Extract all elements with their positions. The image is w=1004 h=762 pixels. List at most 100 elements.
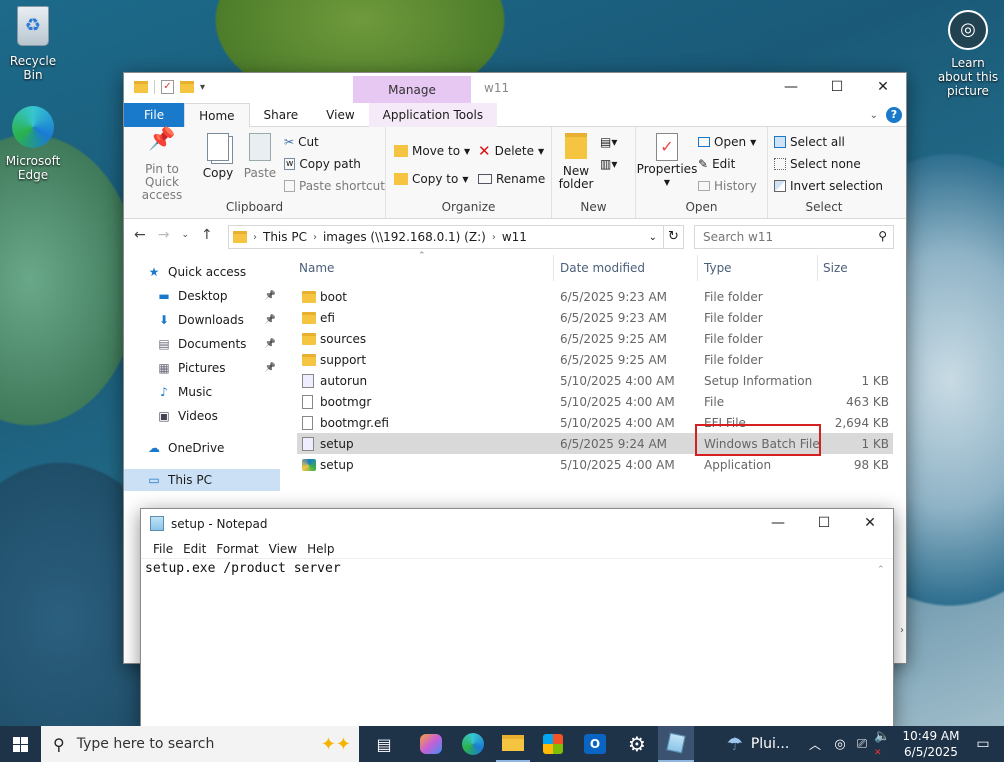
outlook-taskbar-button[interactable]: O: [578, 726, 612, 762]
weather-widget[interactable]: ☂ Plui...: [718, 726, 798, 762]
file-explorer-taskbar-button[interactable]: [496, 726, 530, 762]
rename-button[interactable]: Rename: [478, 165, 545, 193]
file-type: File folder: [704, 289, 763, 304]
settings-taskbar-button[interactable]: ⚙: [620, 726, 654, 762]
tab-file[interactable]: File: [124, 103, 185, 127]
back-arrow-icon[interactable]: ←: [134, 227, 146, 243]
tab-share[interactable]: Share: [250, 103, 313, 127]
sidebar-item-music[interactable]: ♪ Music: [124, 381, 280, 403]
paste-shortcut-button[interactable]: Paste shortcut: [284, 175, 385, 197]
breadcrumb-w11[interactable]: w11: [502, 230, 527, 244]
file-row[interactable]: setup 5/10/2025 4:00 AM Application 98 KB: [297, 454, 893, 475]
edit-button[interactable]: ✎ Edit: [698, 153, 757, 175]
close-button[interactable]: ✕: [860, 73, 906, 101]
forward-arrow-icon[interactable]: →: [158, 227, 170, 243]
task-view-button[interactable]: ▤: [368, 726, 400, 762]
file-row[interactable]: autorun 5/10/2025 4:00 AM Setup Informatio…: [297, 370, 893, 391]
notepad-menu-file[interactable]: File: [148, 539, 178, 559]
recent-locations-icon[interactable]: ⌄: [181, 230, 189, 240]
copy-to-button[interactable]: Copy to ▼: [394, 165, 470, 193]
new-folder-button[interactable]: New folder: [558, 133, 594, 191]
history-button[interactable]: History: [698, 175, 757, 197]
copy-button[interactable]: Copy: [200, 133, 236, 180]
pin-to-quick-access-button[interactable]: 📌 Pin to Quick access: [130, 129, 194, 202]
easy-access-icon[interactable]: ▥▾: [600, 157, 617, 179]
setup-app-icon: [302, 458, 316, 471]
properties-button[interactable]: ✓ Properties ▼: [637, 133, 697, 189]
notepad-taskbar-button[interactable]: [658, 726, 694, 762]
file-row[interactable]: boot 6/5/2025 9:23 AM File folder: [297, 286, 893, 307]
properties-quick-icon[interactable]: ✓: [161, 80, 174, 94]
file-row[interactable]: bootmgr 5/10/2025 4:00 AM File 463 KB: [297, 391, 893, 412]
tab-view[interactable]: View: [312, 103, 368, 127]
column-type[interactable]: Type: [704, 261, 732, 275]
copy-path-button[interactable]: w Copy path: [284, 153, 385, 175]
search-input[interactable]: [695, 226, 865, 248]
sidebar-item-this-pc[interactable]: ▭ This PC: [124, 469, 280, 491]
store-taskbar-button[interactable]: [536, 726, 570, 762]
sidebar-item-onedrive[interactable]: ☁ OneDrive: [124, 437, 280, 459]
open-button[interactable]: Open ▼: [698, 131, 757, 153]
scroll-up-arrow-icon[interactable]: ⌃: [877, 565, 885, 575]
scroll-right-arrow-icon[interactable]: ›: [900, 625, 904, 636]
paste-button[interactable]: Paste: [242, 133, 278, 180]
sidebar-item-desktop[interactable]: ▬ Desktop 📌: [124, 285, 280, 307]
new-folder-quick-icon[interactable]: [180, 81, 194, 93]
notepad-scrollbar[interactable]: ⌃: [877, 561, 891, 725]
maximize-button[interactable]: ☐: [814, 73, 860, 101]
select-none-button[interactable]: Select none: [774, 153, 883, 175]
cut-button[interactable]: ✂ Cut: [284, 131, 385, 153]
column-size[interactable]: Size: [823, 261, 848, 275]
address-dropdown-icon[interactable]: ⌄: [649, 232, 657, 243]
breadcrumb-images-drive[interactable]: images (\\192.168.0.1) (Z:): [323, 230, 486, 244]
help-icon[interactable]: ?: [886, 107, 902, 123]
sidebar-item-videos[interactable]: ▣ Videos: [124, 405, 280, 427]
notepad-text-area[interactable]: setup.exe /product server: [145, 561, 873, 721]
notepad-menu-format[interactable]: Format: [211, 539, 263, 559]
expand-ribbon-icon[interactable]: ⌄: [870, 110, 878, 121]
start-button[interactable]: [0, 726, 40, 762]
file-row[interactable]: efi 6/5/2025 9:23 AM File folder: [297, 307, 893, 328]
sidebar-item-pictures[interactable]: ▦ Pictures 📌: [124, 357, 280, 379]
up-arrow-icon[interactable]: ↑: [201, 227, 213, 243]
minimize-button[interactable]: —: [768, 73, 814, 101]
clock[interactable]: 10:49 AM 6/5/2025: [900, 728, 962, 760]
tray-camera-button[interactable]: ◎: [830, 726, 850, 762]
search-box[interactable]: ⚲: [694, 225, 894, 249]
column-name[interactable]: Name: [299, 261, 334, 275]
notepad-menu-help[interactable]: Help: [302, 539, 339, 559]
edge-taskbar-button[interactable]: [456, 726, 490, 762]
tab-home[interactable]: Home: [184, 102, 250, 128]
network-icon: ⎚: [856, 736, 868, 752]
sidebar-item-documents[interactable]: ▤ Documents 📌: [124, 333, 280, 355]
learn-about-picture-shortcut[interactable]: ◎ Learn about this picture: [932, 10, 1004, 98]
file-row[interactable]: support 6/5/2025 9:25 AM File folder: [297, 349, 893, 370]
address-bar[interactable]: › This PC › images (\\192.168.0.1) (Z:) …: [228, 225, 664, 249]
notepad-minimize-button[interactable]: —: [755, 509, 801, 537]
notepad-close-button[interactable]: ✕: [847, 509, 893, 537]
show-hidden-icons-button[interactable]: ︿: [806, 726, 824, 762]
edge-shortcut[interactable]: Microsoft Edge: [2, 106, 64, 182]
volume-button[interactable]: 🔈✕: [874, 726, 896, 762]
sidebar-item-quick-access[interactable]: ★ Quick access: [124, 261, 280, 283]
tab-application-tools[interactable]: Application Tools: [368, 103, 498, 127]
notepad-menu-edit[interactable]: Edit: [178, 539, 211, 559]
network-button[interactable]: ⎚: [852, 726, 872, 762]
notifications-button[interactable]: ▭: [968, 726, 998, 762]
refresh-button[interactable]: ↻: [664, 225, 684, 249]
column-date-modified[interactable]: Date modified: [560, 261, 645, 275]
notepad-maximize-button[interactable]: ☐: [801, 509, 847, 537]
sidebar-item-downloads[interactable]: ⬇ Downloads 📌: [124, 309, 280, 331]
file-row[interactable]: sources 6/5/2025 9:25 AM File folder: [297, 328, 893, 349]
invert-selection-button[interactable]: Invert selection: [774, 175, 883, 197]
notepad-menu-view[interactable]: View: [264, 539, 302, 559]
taskbar-search-box[interactable]: ⚲ Type here to search ✦✦: [41, 726, 359, 762]
select-all-button[interactable]: Select all: [774, 131, 883, 153]
copilot-button[interactable]: [414, 726, 448, 762]
delete-button[interactable]: ✕ Delete ▼: [478, 137, 545, 165]
customize-toolbar-icon[interactable]: ▾: [200, 82, 205, 93]
breadcrumb-this-pc[interactable]: This PC: [263, 230, 307, 244]
move-to-button[interactable]: Move to ▼: [394, 137, 470, 165]
recycle-bin-shortcut[interactable]: ♻ Recycle Bin: [2, 6, 64, 82]
new-item-icon[interactable]: ▤▾: [600, 135, 617, 157]
